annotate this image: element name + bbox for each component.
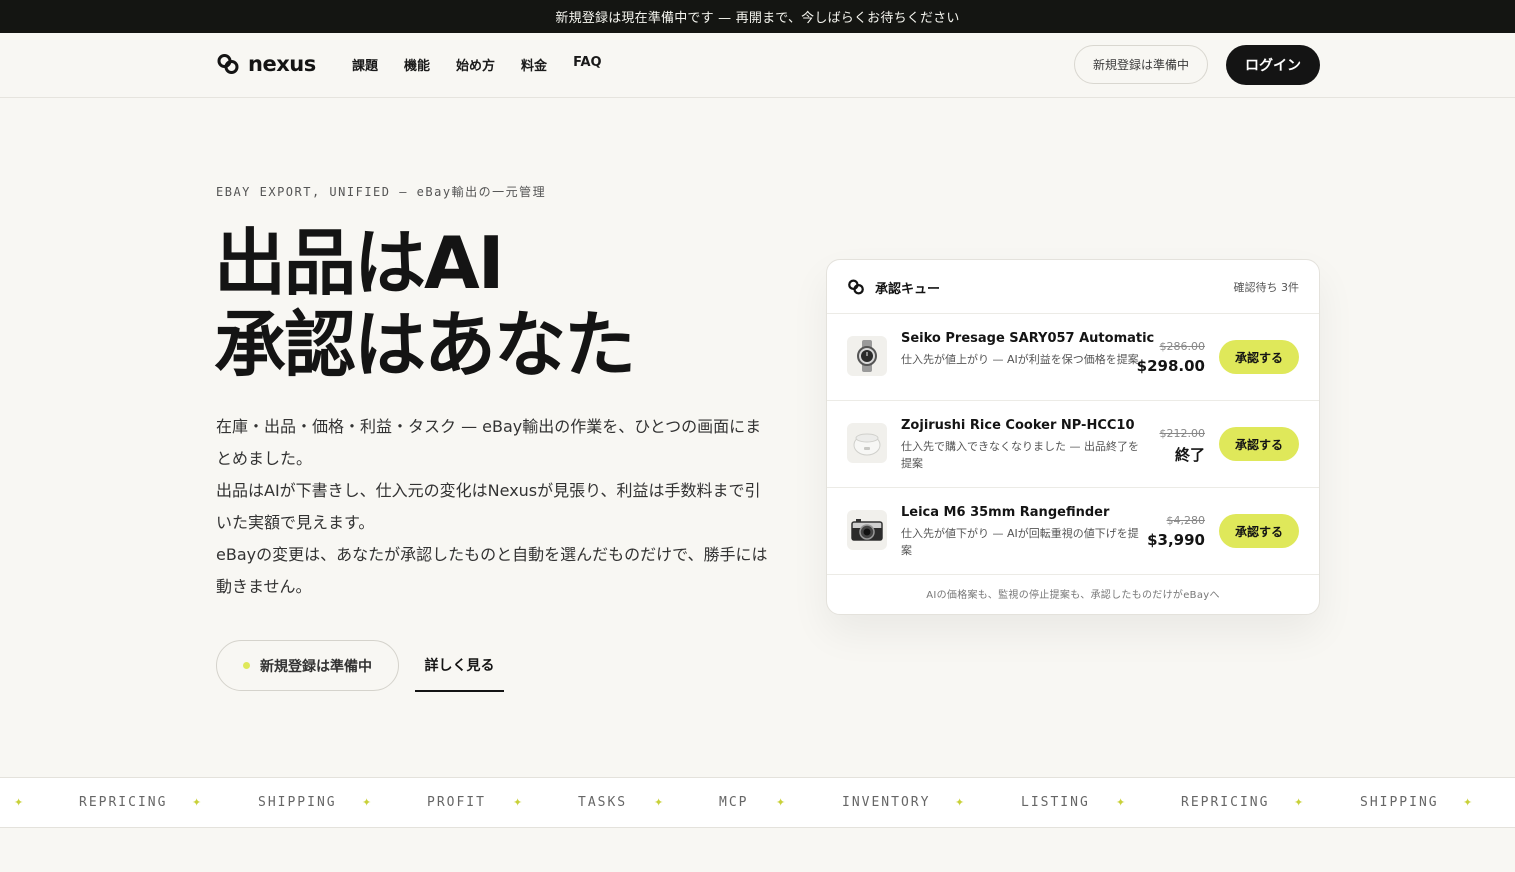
ticker-item: SHIPPING — [258, 795, 337, 810]
product-thumbnail — [847, 336, 887, 376]
sparkle-icon: ✦ — [654, 796, 664, 809]
ticker-item: INVENTORY — [842, 795, 931, 810]
headline-line-2: 承認はあなた — [214, 303, 636, 387]
signup-cta-label: 新規登録は準備中 — [260, 658, 372, 675]
approve-button[interactable]: 承認する — [1219, 514, 1299, 548]
ticker-item: LISTING — [1021, 795, 1090, 810]
ticker-item: MCP — [719, 795, 749, 810]
nav-links: 課題 機能 始め方 料金 FAQ — [352, 55, 628, 74]
signup-cta-button[interactable]: 新規登録は準備中 — [216, 640, 399, 691]
ticker-item: REPRICING — [79, 795, 168, 810]
hero-lead: 在庫・出品・価格・利益・タスク — eBay輸出の作業を、ひとつの画面にまとめま… — [216, 411, 776, 603]
approve-button[interactable]: 承認する — [1219, 427, 1299, 461]
queue-pending-count: 確認待ち 3件 — [1233, 281, 1300, 294]
sparkle-icon: ✦ — [14, 796, 24, 809]
hero-headline: 出品はAI 承認はあなた — [214, 221, 636, 387]
ticker-item: SHIPPING — [1360, 795, 1439, 810]
login-button[interactable]: ログイン — [1226, 45, 1320, 85]
watch-icon — [857, 340, 877, 372]
nav-link-features[interactable]: 機能 — [404, 55, 430, 74]
ticker-item: REPRICING — [1181, 795, 1270, 810]
hero-eyebrow: EBAY EXPORT, UNIFIED — eBay輸出の一元管理 — [216, 185, 547, 199]
sparkle-icon: ✦ — [776, 796, 786, 809]
item-description: 仕入先で購入できなくなりました — 出品終了を提案 — [901, 440, 1139, 470]
item-name: Zojirushi Rice Cooker NP-HCC10 — [901, 418, 1135, 433]
item-new-price: 終了 — [1174, 446, 1205, 464]
headline-line-1: 出品はAI — [214, 221, 505, 305]
nav-link-issues[interactable]: 課題 — [352, 55, 378, 74]
ticker-item: TASKS — [578, 795, 628, 810]
nav-link-faq[interactable]: FAQ — [573, 55, 602, 74]
rice-cooker-icon — [853, 433, 881, 456]
ticker-item: PROFIT — [427, 795, 486, 810]
product-thumbnail — [847, 510, 887, 550]
top-nav: nexus 課題 機能 始め方 料金 FAQ 新規登録は準備中 ログイン — [0, 33, 1515, 98]
queue-item: Seiko Presage SARY057 Automatic 仕入先が値上がり… — [827, 314, 1319, 401]
nexus-logo-icon — [217, 54, 239, 74]
sparkle-icon: ✦ — [192, 796, 202, 809]
feature-ticker: ✦ REPRICING ✦ SHIPPING ✦ PROFIT ✦ TASKS … — [0, 777, 1515, 828]
item-description: 仕入先が値上がり — AIが利益を保つ価格を提案 — [901, 353, 1139, 366]
queue-header: 承認キュー 確認待ち 3件 — [827, 260, 1319, 314]
sparkle-icon: ✦ — [513, 796, 523, 809]
nav-link-getting-started[interactable]: 始め方 — [456, 55, 495, 74]
learn-more-link[interactable]: 詳しく見る — [415, 640, 504, 692]
product-thumbnail — [847, 423, 887, 463]
item-name: Leica M6 35mm Rangefinder — [901, 505, 1110, 520]
queue-footer-note: AIの価格案も、監視の停止提案も、承認したものだけがeBayへ — [926, 590, 1220, 601]
sparkle-icon: ✦ — [1463, 796, 1473, 809]
sparkle-icon: ✦ — [955, 796, 965, 809]
queue-item: Leica M6 35mm Rangefinder 仕入先が値下がり — AIが… — [827, 488, 1319, 575]
camera-icon — [851, 519, 883, 541]
nav-link-pricing[interactable]: 料金 — [521, 55, 547, 74]
sparkle-icon: ✦ — [362, 796, 372, 809]
lead-paragraph-3: eBayの変更は、あなたが承認したものと自動を選んだものだけで、勝手には動きませ… — [216, 545, 768, 596]
item-old-price: $286.00 — [1159, 340, 1206, 353]
sparkle-icon: ✦ — [1294, 796, 1304, 809]
logo-text: nexus — [248, 52, 316, 76]
status-dot-icon — [243, 662, 250, 669]
nav-signup-button[interactable]: 新規登録は準備中 — [1074, 45, 1208, 84]
item-new-price: $298.00 — [1136, 357, 1205, 375]
approve-button[interactable]: 承認する — [1219, 340, 1299, 374]
announcement-bar: 新規登録は現在準備中です — 再開まで、今しばらくお待ちください — [0, 0, 1515, 33]
item-description: 仕入先が値下がり — AIが回転重視の値下げを提案 — [901, 527, 1139, 557]
item-name: Seiko Presage SARY057 Automatic — [901, 331, 1155, 346]
nexus-logo-icon — [848, 279, 864, 295]
queue-title: 承認キュー — [875, 282, 941, 297]
logo[interactable]: nexus — [216, 52, 316, 76]
queue-item: Zojirushi Rice Cooker NP-HCC10 仕入先で購入できな… — [827, 401, 1319, 488]
item-old-price: $4,280 — [1166, 514, 1206, 527]
approval-queue-card: 承認キュー 確認待ち 3件 Seiko Presage SARY057 Auto… — [826, 259, 1320, 615]
lead-paragraph-2: 出品はAIが下書きし、仕入元の変化はNexusが見張り、利益は手数料まで引いた実… — [216, 481, 761, 532]
item-new-price: $3,990 — [1147, 531, 1205, 549]
lead-paragraph-1: 在庫・出品・価格・利益・タスク — eBay輸出の作業を、ひとつの画面にまとめま… — [216, 417, 762, 468]
sparkle-icon: ✦ — [1116, 796, 1126, 809]
item-old-price: $212.00 — [1159, 427, 1206, 440]
